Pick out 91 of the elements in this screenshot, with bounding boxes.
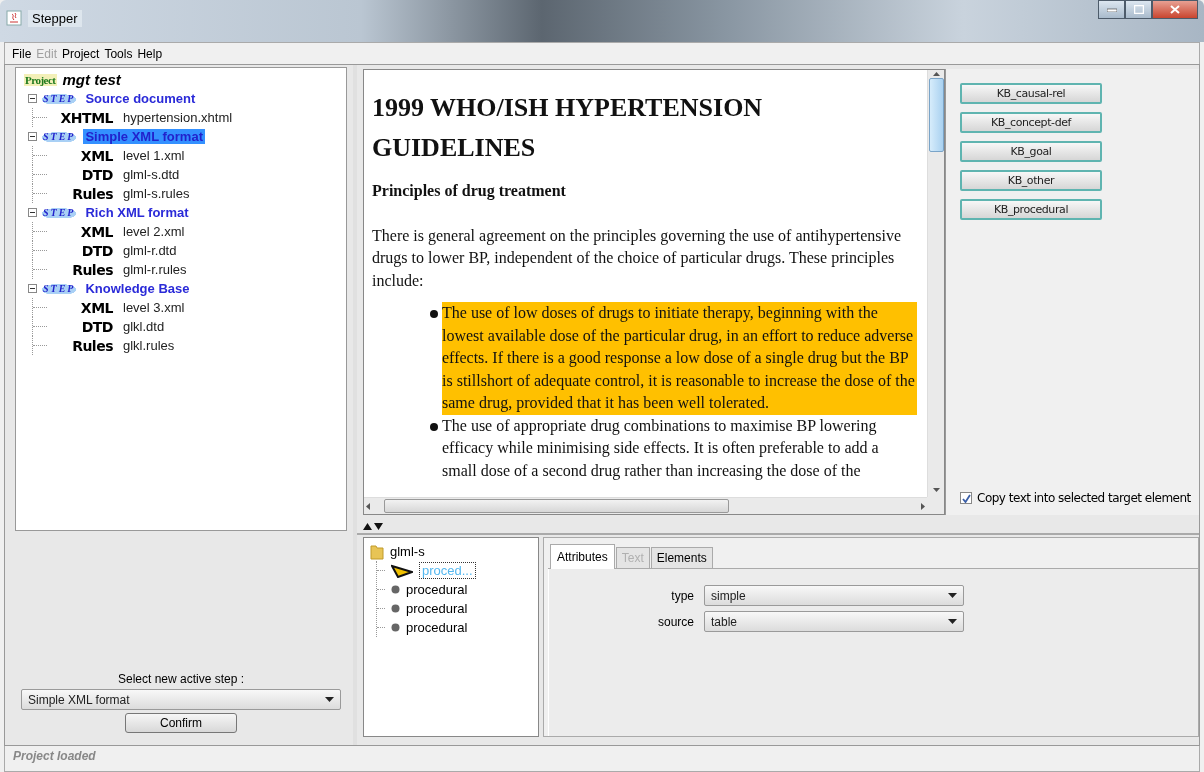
step-select-label: Select new active step : <box>117 672 245 686</box>
file-type-label: Rules <box>71 337 114 354</box>
list-item: The use of appropriate drug combinations to maximise BP lowering efficacy while minimising side effects. It is often preferable to add a small dose of a second drug rather than increasing the dose of the <box>442 415 880 482</box>
file-type-label: XHTML <box>59 109 114 126</box>
kb-button[interactable]: KB_other <box>960 170 1102 191</box>
checkbox[interactable] <box>960 492 972 504</box>
file-type-label: DTD <box>80 318 114 335</box>
file-type-label: Rules <box>71 261 114 278</box>
check-icon <box>961 493 971 503</box>
attribute-dropdown[interactable]: simple <box>704 585 964 606</box>
document-subheading: Principles of drug treatment <box>372 181 567 202</box>
dropdown-arrow-icon <box>325 697 334 702</box>
tree-item[interactable]: glml-s.rules <box>123 186 190 201</box>
tree-item[interactable]: Source document <box>83 91 198 106</box>
folder-icon <box>370 543 384 560</box>
file-type-label: XML <box>79 299 114 316</box>
dropdown-arrow-icon <box>948 593 957 598</box>
kb-button[interactable]: KB_concept-def <box>960 112 1102 133</box>
kb-button[interactable]: KB_goal <box>960 141 1102 162</box>
scroll-down-icon[interactable] <box>932 488 940 492</box>
pointer-arrow-icon <box>391 563 413 578</box>
step-logo: STEP <box>39 131 80 142</box>
scroll-thumb[interactable] <box>928 78 944 152</box>
project-logo: Project <box>24 73 57 86</box>
kb-button[interactable]: KB_procedural <box>960 199 1102 220</box>
tree-item[interactable]: level 2.xml <box>123 224 185 239</box>
scroll-left-icon[interactable] <box>366 502 370 510</box>
bullet-icon <box>430 310 438 318</box>
maximize-icon <box>1133 5 1144 14</box>
maximize-button[interactable] <box>1125 0 1152 19</box>
tree-item[interactable]: glkl.dtd <box>123 319 165 334</box>
tree-item[interactable]: procedural <box>406 601 468 616</box>
dropdown-arrow-icon <box>948 619 957 624</box>
minimize-icon <box>1106 7 1117 12</box>
document-title: 1999 WHO/ISH HYPERTENSION GUIDELINES <box>372 92 764 164</box>
vertical-scrollbar[interactable] <box>927 70 944 497</box>
node-dot-icon <box>391 623 400 632</box>
tab[interactable]: Elements <box>650 547 713 568</box>
tree-item[interactable]: glml-r.dtd <box>123 243 177 258</box>
step-logo: STEP <box>39 207 80 218</box>
tree-item[interactable]: glkl.rules <box>123 338 175 353</box>
attribute-label: source <box>656 614 694 629</box>
window-title: Stepper <box>28 9 82 27</box>
highlighted-list-item: The use of low doses of drugs to initiate therapy, beginning with the lowest available dose of the particular drug, in an effort to reduce adverse effects. If there is a good response a low dose of a single drug but the BP is stillshort of adequate control, it is reasonable to increase the dose of the same drug, provided that it has been well tolerated. <box>442 302 917 415</box>
tree-item[interactable]: glml-s <box>390 544 425 559</box>
file-type-label: XML <box>79 147 114 164</box>
status-text: Project loaded <box>13 749 96 763</box>
attribute-label: type <box>670 588 694 603</box>
scroll-up-icon[interactable] <box>932 72 940 76</box>
tree-item[interactable]: Knowledge Base <box>83 281 192 296</box>
split-arrows-icon[interactable] <box>363 523 383 530</box>
scroll-right-icon[interactable] <box>921 502 925 510</box>
kb-button[interactable]: KB_causal-rel <box>960 83 1102 104</box>
node-dot-icon <box>391 585 400 594</box>
tree-item[interactable]: Rich XML format <box>83 205 191 220</box>
menu-item[interactable]: File <box>12 46 32 61</box>
tree-item[interactable]: procedural <box>406 582 468 597</box>
scroll-thumb[interactable] <box>384 499 729 513</box>
menu-item[interactable]: Tools <box>104 46 133 61</box>
checkbox-label: Copy text into selected target element <box>977 491 1191 505</box>
tree-item[interactable]: level 3.xml <box>123 300 185 315</box>
collapse-icon[interactable] <box>28 132 37 141</box>
collapse-icon[interactable] <box>28 94 37 103</box>
tab[interactable]: Attributes <box>550 544 615 569</box>
tree-item[interactable]: hypertension.xhtml <box>123 110 233 125</box>
close-icon <box>1170 5 1180 14</box>
menu-item[interactable]: Project <box>62 46 100 61</box>
document-paragraph: There is general agreement on the principles governing the use of antihypertensive drugs to lower BP, independent of the choice of particular drugs. These principles include: <box>372 225 903 291</box>
minimize-button[interactable] <box>1098 0 1125 19</box>
attribute-dropdown[interactable]: table <box>704 611 964 632</box>
step-logo: STEP <box>39 93 80 104</box>
step-dropdown[interactable]: Simple XML format <box>21 689 341 710</box>
node-dot-icon <box>391 604 400 613</box>
tree-item[interactable]: glml-r.rules <box>123 262 187 277</box>
java-app-icon <box>6 10 22 26</box>
tree-item[interactable]: procedural <box>406 620 468 635</box>
bullet-icon <box>430 422 438 431</box>
tree-item[interactable]: glml-s.dtd <box>123 167 180 182</box>
menu-item[interactable]: Help <box>137 46 163 61</box>
step-logo: STEP <box>39 283 80 294</box>
file-type-label: DTD <box>80 242 114 259</box>
close-button[interactable] <box>1152 0 1198 19</box>
horizontal-scrollbar[interactable] <box>364 497 927 514</box>
collapse-icon[interactable] <box>28 284 37 293</box>
file-type-label: DTD <box>80 166 114 183</box>
file-type-label: Rules <box>71 185 114 202</box>
file-type-label: XML <box>79 223 114 240</box>
collapse-icon[interactable] <box>28 208 37 217</box>
confirm-button[interactable]: Confirm <box>125 713 237 733</box>
project-name: mgt test <box>62 71 121 88</box>
tree-item[interactable]: level 1.xml <box>123 148 185 163</box>
